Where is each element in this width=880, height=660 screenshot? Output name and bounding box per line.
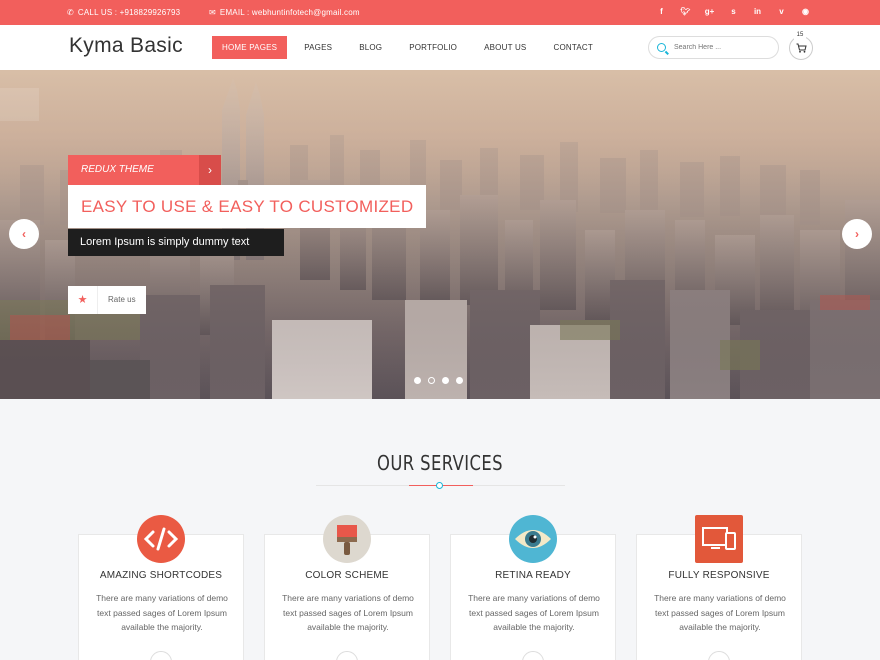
rate-us-button[interactable]: ★ Rate us — [68, 286, 146, 314]
email-label: EMAIL : webhuntinfotech@gmail.com — [219, 8, 360, 17]
eye-icon — [507, 513, 559, 565]
nav-item-blog[interactable]: BLOG — [349, 36, 392, 59]
slider-dot[interactable] — [456, 377, 463, 384]
paint-brush-icon — [321, 513, 373, 565]
search-icon[interactable] — [657, 43, 666, 52]
service-title: RETINA READY — [495, 570, 571, 581]
slider-pagination — [414, 377, 463, 384]
search-box — [648, 36, 779, 59]
devices-icon — [693, 513, 745, 565]
chevron-right-icon[interactable]: › — [199, 155, 221, 185]
section-divider — [316, 482, 565, 489]
hero-subtext: Lorem Ipsum is simply dummy text — [68, 229, 284, 256]
rate-us-label: Rate us — [108, 295, 136, 304]
hero-headline: EASY TO USE & EASY TO CUSTOMIZED — [68, 185, 427, 228]
corner-overlay — [0, 88, 39, 121]
chevron-left-icon: ‹ — [22, 227, 26, 241]
social-links: f 🐦︎ g+ s in v ◉ — [655, 5, 812, 18]
slider-dot[interactable] — [414, 377, 421, 384]
cart-icon — [796, 43, 807, 53]
read-more-button[interactable] — [708, 651, 730, 660]
slider-prev-button[interactable]: ‹ — [9, 219, 39, 249]
redux-option-label[interactable]: REDUX THEME OPTION › — [68, 155, 221, 205]
read-more-button[interactable] — [522, 651, 544, 660]
skype-icon[interactable]: s — [727, 5, 740, 18]
facebook-icon[interactable]: f — [655, 5, 668, 18]
service-description: There are many variations of demo text p… — [468, 593, 600, 632]
cart-count-badge: 15 — [794, 30, 806, 40]
nav-item-about-us[interactable]: ABOUT US — [474, 36, 536, 59]
read-more-button[interactable] — [150, 651, 172, 660]
star-icon: ★ — [68, 286, 98, 314]
service-description: There are many variations of demo text p… — [96, 593, 228, 632]
divider-dot — [436, 482, 443, 489]
read-more-button[interactable] — [336, 651, 358, 660]
linkedin-icon[interactable]: in — [751, 5, 764, 18]
service-title: COLOR SCHEME — [305, 570, 389, 581]
site-logo[interactable]: Kyma Basic — [69, 34, 183, 58]
email-contact: ✉ EMAIL : webhuntinfotech@gmail.com — [209, 8, 360, 17]
slider-next-button[interactable]: › — [842, 219, 872, 249]
top-contact-bar: ✆ CALL US : +918829926793 ✉ EMAIL : webh… — [0, 0, 880, 25]
phone-label: CALL US : +918829926793 — [77, 8, 181, 17]
main-nav: HOME PAGES PAGES BLOG PORTFOLIO ABOUT US… — [212, 36, 610, 59]
hero-slider: REDUX THEME OPTION › EASY TO USE & EASY … — [0, 70, 880, 399]
service-title: FULLY RESPONSIVE — [668, 570, 770, 581]
services-heading: OUR SERVICES — [377, 451, 503, 475]
slider-dot[interactable] — [442, 377, 449, 384]
search-input[interactable] — [674, 44, 774, 51]
service-title: AMAZING SHORTCODES — [99, 570, 223, 581]
slider-dot-active[interactable] — [428, 377, 435, 384]
nav-item-pages[interactable]: PAGES — [294, 36, 342, 59]
phone-icon: ✆ — [67, 8, 74, 17]
phone-contact: ✆ CALL US : +918829926793 — [67, 8, 180, 17]
service-description: There are many variations of demo text p… — [282, 593, 414, 632]
code-icon — [135, 513, 187, 565]
nav-item-contact[interactable]: CONTACT — [543, 36, 602, 59]
google-plus-icon[interactable]: g+ — [703, 5, 716, 18]
chevron-right-icon: › — [855, 227, 859, 241]
service-description: There are many variations of demo text p… — [654, 593, 786, 632]
dribbble-icon[interactable]: ◉ — [799, 5, 812, 18]
vimeo-icon[interactable]: v — [775, 5, 788, 18]
site-header: Kyma Basic HOME PAGES PAGES BLOG PORTFOL… — [0, 25, 880, 70]
nav-item-portfolio[interactable]: PORTFOLIO — [399, 36, 467, 59]
nav-item-home-pages[interactable]: HOME PAGES — [212, 36, 288, 59]
option-label-text: REDUX THEME OPTION — [68, 155, 199, 205]
twitter-icon[interactable]: 🐦︎ — [679, 5, 692, 18]
envelope-icon: ✉ — [209, 8, 216, 17]
